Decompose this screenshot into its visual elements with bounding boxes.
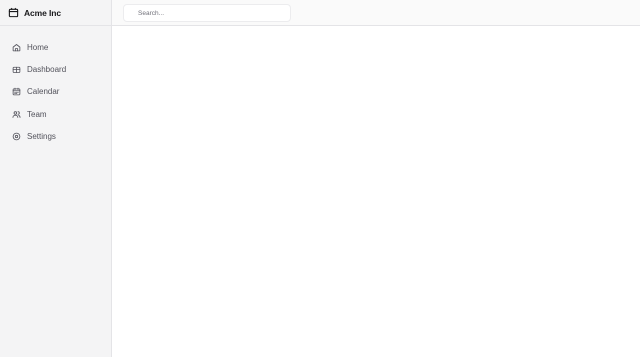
package-icon [8, 7, 19, 18]
sidebar-item-home[interactable]: Home [0, 36, 111, 58]
dashboard-icon [12, 65, 21, 74]
brand-name: Acme Inc [24, 7, 61, 18]
sidebar-item-dashboard[interactable]: Dashboard [0, 58, 111, 80]
calendar-icon [12, 87, 21, 96]
sidebar-nav: Home Dashboard Calendar Team Settings [0, 26, 111, 148]
sidebar-item-label: Home [27, 42, 49, 52]
top-bar [112, 0, 640, 26]
sidebar-item-team[interactable]: Team [0, 103, 111, 125]
sidebar-item-label: Settings [27, 132, 56, 142]
sidebar-item-label: Dashboard [27, 65, 67, 75]
search-input[interactable] [123, 4, 291, 22]
brand[interactable]: Acme Inc [0, 0, 111, 26]
team-icon [12, 110, 21, 119]
sidebar-item-settings[interactable]: Settings [0, 126, 111, 148]
sidebar-item-label: Calendar [27, 87, 60, 97]
home-icon [12, 43, 21, 52]
sidebar-item-calendar[interactable]: Calendar [0, 81, 111, 103]
app-window: Acme Inc Home Dashboard Calendar Team Se… [0, 0, 640, 357]
settings-icon [12, 132, 21, 141]
main-content [112, 26, 640, 357]
sidebar: Acme Inc Home Dashboard Calendar Team Se… [0, 0, 112, 357]
sidebar-item-label: Team [27, 109, 47, 119]
